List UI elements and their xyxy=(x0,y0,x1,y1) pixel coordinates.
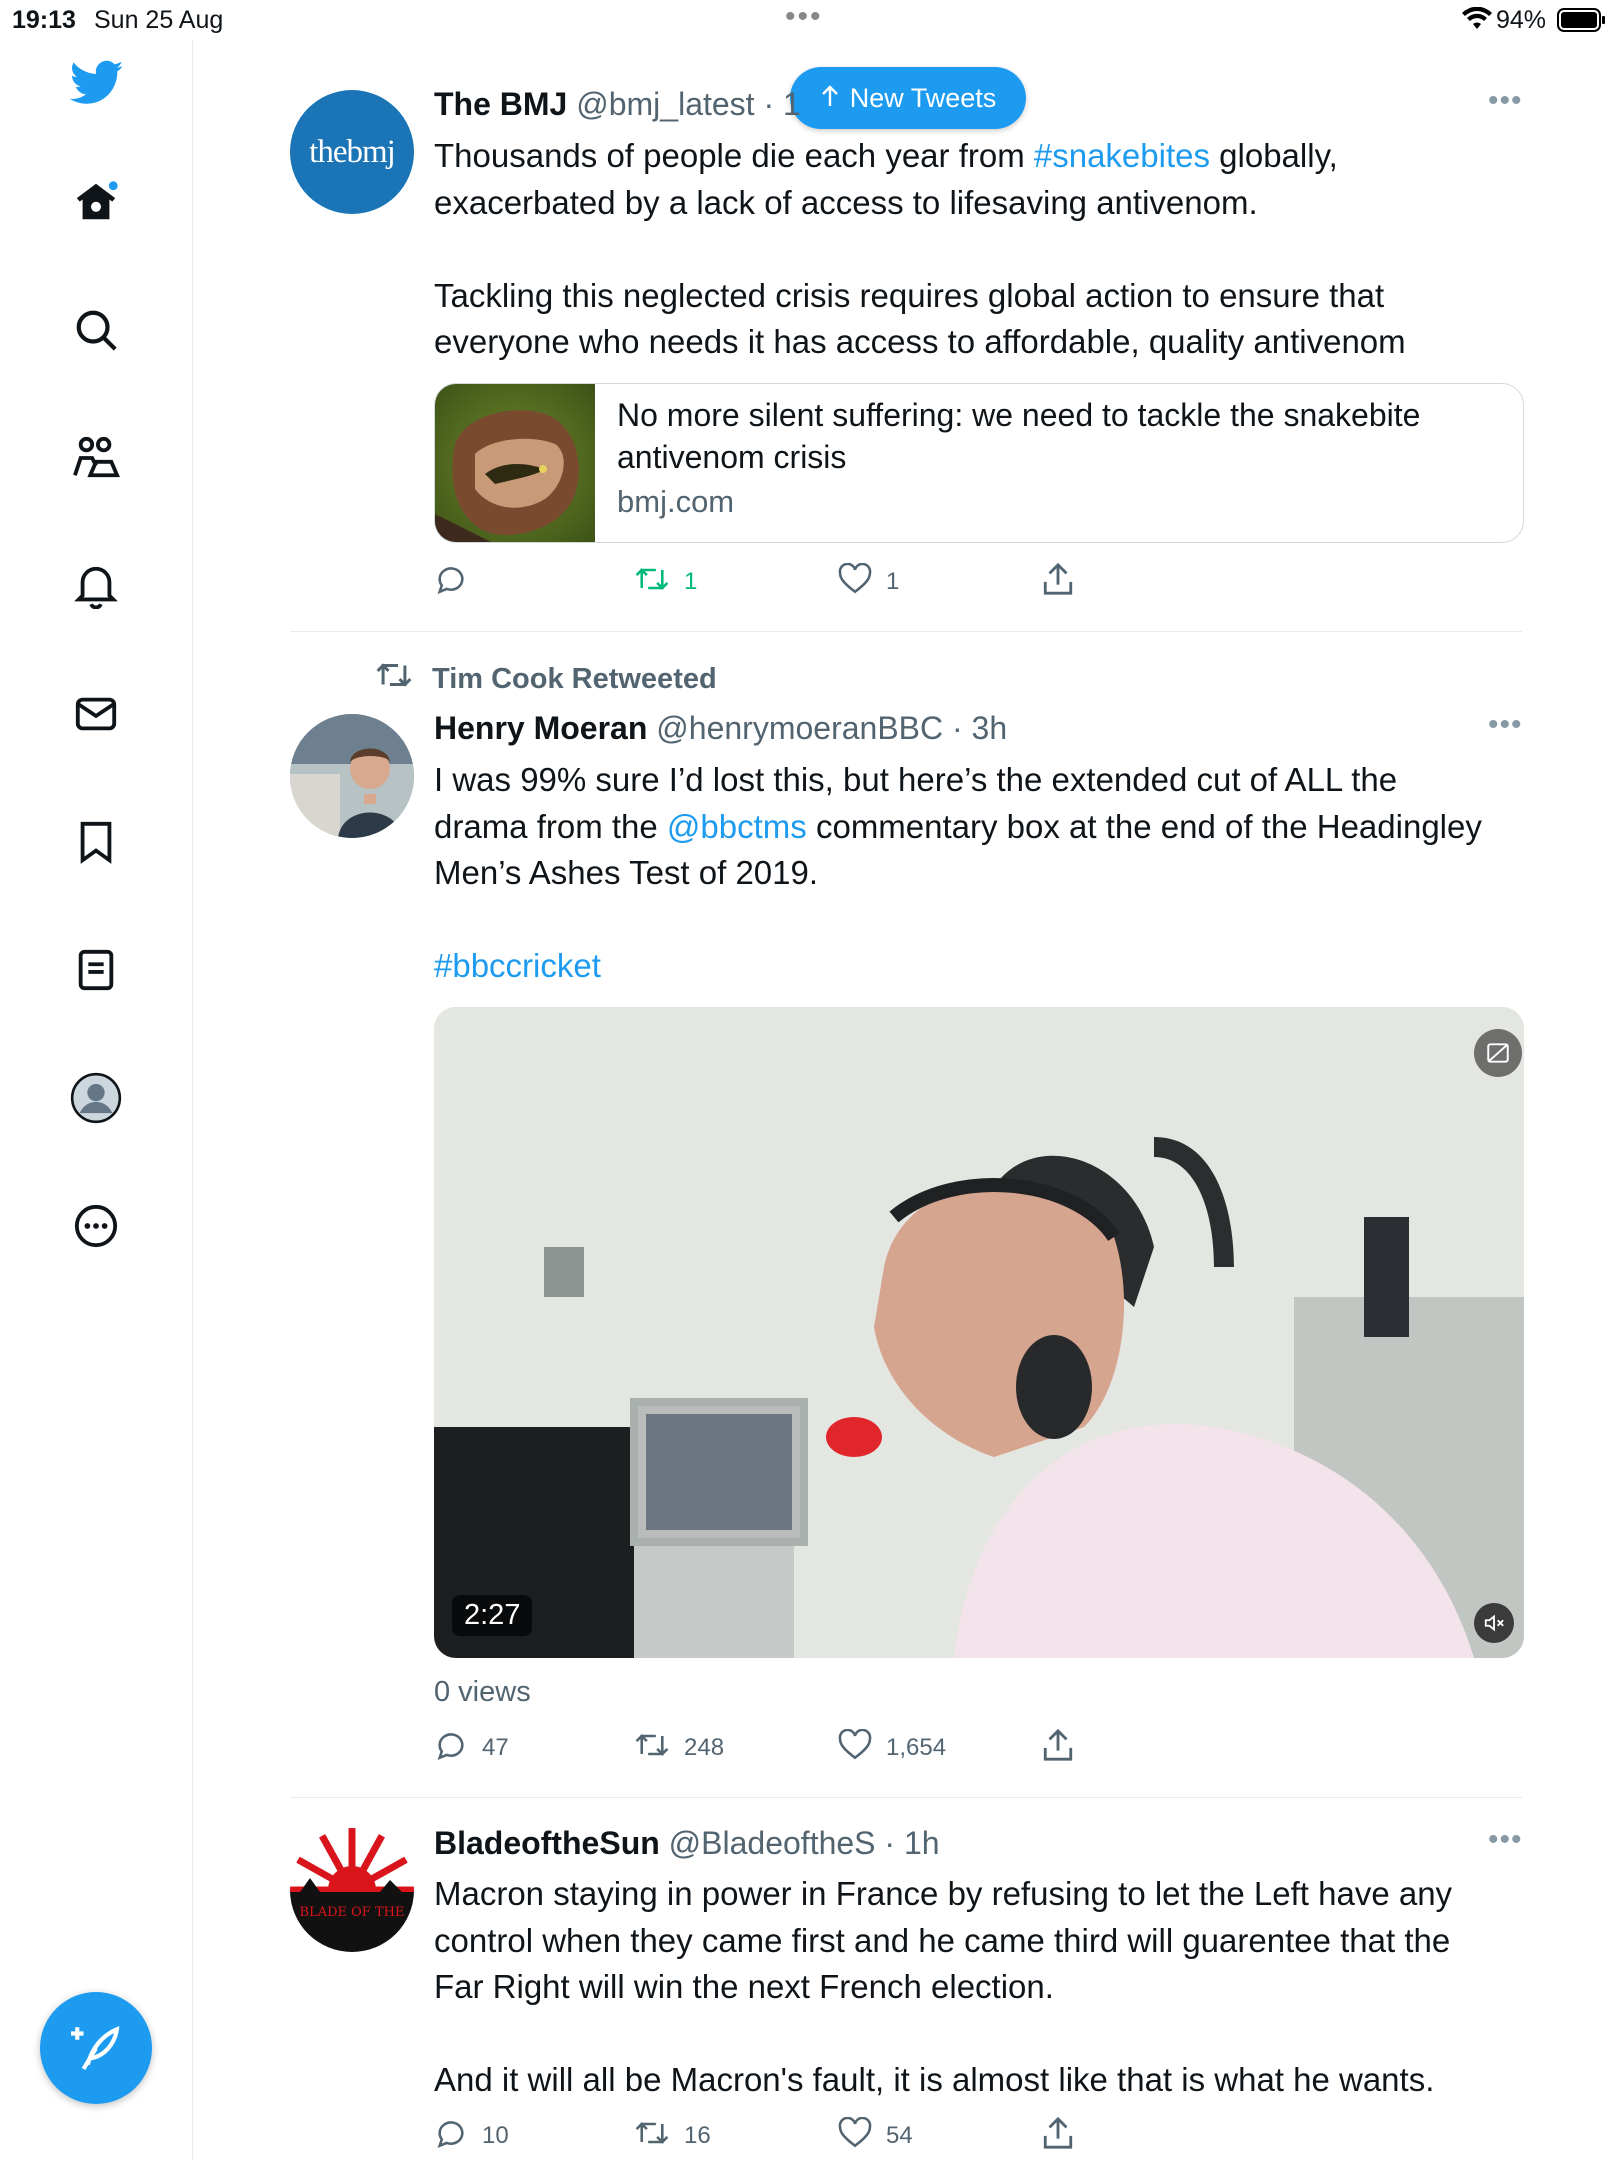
heart-icon xyxy=(838,1728,872,1768)
retweet-icon xyxy=(634,2118,670,2155)
card-domain: bmj.com xyxy=(617,484,735,519)
status-date: Sun 25 Aug xyxy=(94,6,224,34)
divider xyxy=(290,631,1522,632)
retweet-count: 16 xyxy=(684,2122,711,2149)
retweet-icon xyxy=(634,1730,670,1767)
hashtag-link[interactable]: #bbccricket xyxy=(434,943,1524,990)
retweet-button[interactable]: 1 xyxy=(634,560,697,604)
reply-icon xyxy=(434,1728,468,1769)
arrow-up-icon xyxy=(820,83,840,114)
reply-count: 47 xyxy=(482,1734,509,1761)
views-count: 0 views xyxy=(434,1676,531,1708)
avatar[interactable]: thebmj xyxy=(290,90,414,214)
twitter-logo-icon[interactable] xyxy=(69,60,124,111)
wifi-icon xyxy=(1462,6,1492,38)
bmj-logo-text: thebmj xyxy=(309,133,396,170)
retweet-count: 248 xyxy=(684,1734,725,1761)
retweet-count: 1 xyxy=(684,568,698,595)
card-title: No more silent suffering: we need to tac… xyxy=(617,397,1421,475)
tweet-actions: 10 16 54 xyxy=(434,2114,1524,2158)
tweet-text: Thousands of people die each year from #… xyxy=(434,137,1406,360)
new-tweets-label: New Tweets xyxy=(849,82,997,113)
sidebar xyxy=(0,40,193,2160)
handle[interactable]: @bmj_latest · 1 xyxy=(576,86,801,122)
more-options-icon[interactable]: ••• xyxy=(1488,84,1523,118)
video-duration: 2:27 xyxy=(452,1595,533,1636)
share-icon xyxy=(1042,562,1074,603)
share-button[interactable] xyxy=(1042,560,1074,604)
share-button[interactable] xyxy=(1042,1726,1074,1770)
mute-icon[interactable] xyxy=(1474,1603,1514,1643)
like-count: 54 xyxy=(886,2122,913,2149)
avatar-logo-text: BLADE OF THE xyxy=(300,1905,405,1920)
new-tweets-button[interactable]: New Tweets xyxy=(790,67,1026,129)
bookmarks-icon[interactable] xyxy=(68,814,124,870)
tweet-text: Macron staying in power in France by ref… xyxy=(434,1875,1453,2098)
more-icon[interactable] xyxy=(68,1198,124,1254)
tweet-header: The BMJ @bmj_latest · 1 xyxy=(434,86,801,123)
home-icon[interactable] xyxy=(68,174,124,230)
display-name[interactable]: BladeoftheSun xyxy=(434,1825,660,1861)
share-icon xyxy=(1042,2116,1074,2157)
tweet-header: Henry Moeran @henrymoeranBBC · 3h xyxy=(434,710,1007,747)
rising-sun-logo: BLADE OF THE xyxy=(290,1828,414,1952)
status-bar: 19:13 Sun 25 Aug ••• 94% xyxy=(0,0,1620,40)
avatar[interactable] xyxy=(290,714,414,838)
retweet-icon xyxy=(374,660,414,698)
multitasking-dots[interactable]: ••• xyxy=(785,0,823,34)
communities-icon[interactable] xyxy=(68,430,124,486)
tweet-header: BladeoftheSun @BladeoftheS · 1h xyxy=(434,1825,940,1862)
reply-icon xyxy=(434,562,468,603)
link-card[interactable]: No more silent suffering: we need to tac… xyxy=(434,383,1524,543)
retweet-icon xyxy=(634,564,670,601)
battery-icon xyxy=(1557,8,1607,39)
card-thumbnail xyxy=(435,384,595,542)
retweet-button[interactable]: 16 xyxy=(634,2114,711,2158)
messages-icon[interactable] xyxy=(68,686,124,742)
like-button[interactable]: 1 xyxy=(838,560,899,604)
tweet-actions: 1 1 xyxy=(434,560,1524,604)
display-name[interactable]: Henry Moeran xyxy=(434,710,647,746)
reply-icon xyxy=(434,2116,468,2157)
video-frame xyxy=(434,1007,1524,1658)
like-button[interactable]: 54 xyxy=(838,2114,913,2158)
reply-button[interactable]: 47 xyxy=(434,1726,509,1770)
retweeted-by-label[interactable]: Tim Cook Retweeted xyxy=(432,663,717,696)
share-button[interactable] xyxy=(1042,2114,1074,2158)
handle[interactable]: @henrymoeranBBC · 3h xyxy=(656,710,1007,746)
video-player[interactable]: 2:27 xyxy=(434,1007,1524,1658)
tweet-text: I was 99% sure I’d lost this, but here’s… xyxy=(434,757,1524,990)
like-button[interactable]: 1,654 xyxy=(838,1726,946,1770)
lists-icon[interactable] xyxy=(68,942,124,998)
notifications-icon[interactable] xyxy=(68,558,124,614)
reply-count: 10 xyxy=(482,2122,509,2149)
profile-icon[interactable] xyxy=(68,1070,124,1126)
reply-button[interactable]: 10 xyxy=(434,2114,509,2158)
status-time: 19:13 xyxy=(12,6,76,34)
heart-icon xyxy=(838,2116,872,2156)
retweet-button[interactable]: 248 xyxy=(634,1726,724,1770)
compose-tweet-button[interactable] xyxy=(40,1992,152,2104)
sensitive-content-icon[interactable] xyxy=(1474,1029,1522,1077)
like-count: 1,654 xyxy=(886,1734,947,1761)
like-count: 1 xyxy=(886,568,900,595)
tweet-actions: 47 248 1,654 xyxy=(434,1726,1524,1770)
reply-button[interactable] xyxy=(434,560,482,604)
more-options-icon[interactable]: ••• xyxy=(1488,1823,1523,1857)
avatar[interactable]: BLADE OF THE xyxy=(290,1828,414,1952)
handle[interactable]: @BladeoftheS · 1h xyxy=(669,1825,940,1861)
hashtag-link[interactable]: #snakebites xyxy=(1034,137,1210,174)
share-icon xyxy=(1042,1728,1074,1769)
retweeted-by: Tim Cook Retweeted xyxy=(374,660,717,698)
display-name[interactable]: The BMJ xyxy=(434,86,567,122)
compose-icon xyxy=(71,2021,121,2076)
heart-icon xyxy=(838,562,872,602)
divider xyxy=(290,1797,1522,1798)
more-options-icon[interactable]: ••• xyxy=(1488,708,1523,742)
mention-link[interactable]: @bbctms xyxy=(667,808,807,845)
battery-percent: 94% xyxy=(1496,6,1547,34)
search-icon[interactable] xyxy=(68,302,124,358)
